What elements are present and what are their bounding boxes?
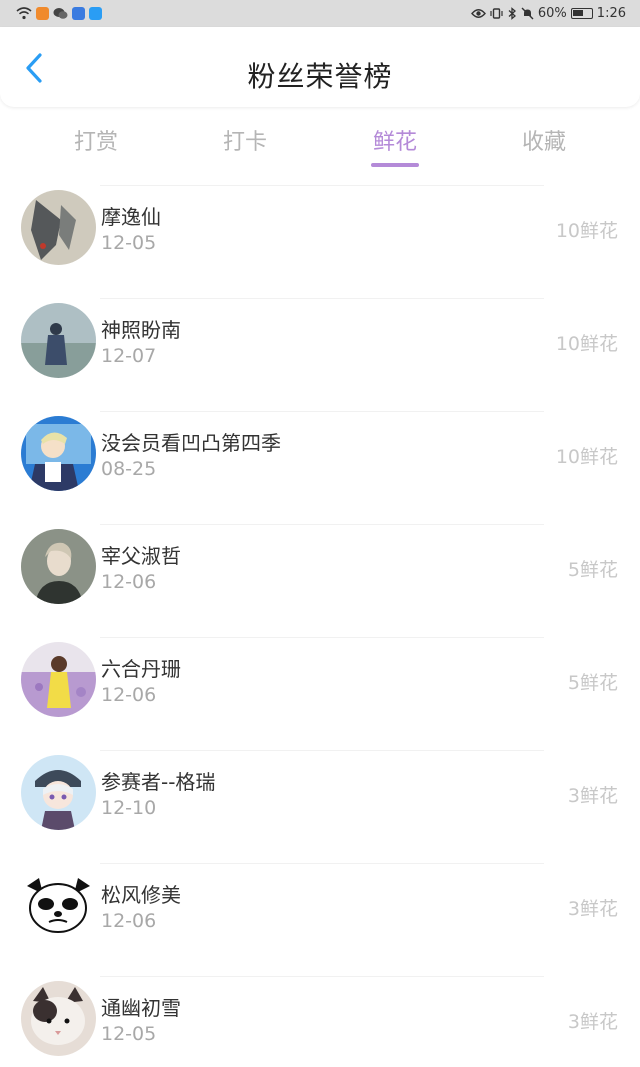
shield-app-icon — [72, 7, 85, 20]
fan-date: 08-25 — [101, 458, 157, 480]
avatar[interactable] — [21, 981, 96, 1056]
avatar[interactable] — [21, 755, 96, 830]
header: 粉丝荣誉榜 — [0, 27, 640, 107]
video-app-icon — [36, 7, 49, 20]
list-item[interactable]: 参赛者--格瑞 12-10 3鲜花 — [0, 750, 640, 863]
flower-count: 3鲜花 — [567, 898, 618, 920]
fan-date: 12-06 — [101, 684, 157, 706]
flower-count: 3鲜花 — [567, 785, 618, 807]
active-tab-indicator — [371, 163, 419, 167]
wifi-icon — [16, 7, 32, 20]
tab-favorites[interactable]: 收藏 — [494, 124, 594, 156]
tab-reward[interactable]: 打赏 — [46, 124, 146, 156]
avatar[interactable] — [21, 529, 96, 604]
fan-date: 12-10 — [101, 797, 157, 819]
list-item[interactable]: 松风修美 12-06 3鲜花 — [0, 863, 640, 976]
vibrate-icon — [490, 8, 503, 19]
fan-name: 松风修美 — [101, 883, 181, 907]
list-item[interactable]: 六合丹珊 12-06 5鲜花 — [0, 637, 640, 750]
status-bar-system: 60% 1:26 — [470, 6, 626, 21]
tab-bar: 打赏 打卡 鲜花 收藏 — [0, 107, 640, 169]
flower-count: 3鲜花 — [567, 1011, 618, 1033]
mute-bell-icon — [521, 7, 534, 20]
tab-flowers[interactable]: 鲜花 — [345, 124, 445, 156]
battery-percent: 60% — [537, 6, 567, 21]
status-bar-notifications — [16, 7, 102, 20]
list-item[interactable]: 宰父淑哲 12-06 5鲜花 — [0, 524, 640, 637]
avatar[interactable] — [21, 868, 96, 943]
fan-date: 12-06 — [101, 910, 157, 932]
search-app-icon — [89, 7, 102, 20]
flower-count: 10鲜花 — [555, 446, 618, 468]
fan-name: 参赛者--格瑞 — [101, 770, 216, 794]
fan-date: 12-05 — [101, 232, 157, 254]
fan-name: 六合丹珊 — [101, 657, 181, 681]
list-item[interactable]: 摩逸仙 12-05 10鲜花 — [0, 185, 640, 298]
list-item[interactable]: 通幽初雪 12-05 3鲜花 — [0, 976, 640, 1067]
avatar[interactable] — [21, 190, 96, 265]
page-title: 粉丝荣誉榜 — [247, 60, 393, 93]
clock: 1:26 — [596, 6, 626, 21]
fan-name: 通幽初雪 — [101, 996, 181, 1020]
fan-list: 摩逸仙 12-05 10鲜花 神照盼南 12-07 10鲜花 没会员看凹凸第四季… — [0, 185, 640, 1067]
fan-date: 12-07 — [101, 345, 157, 367]
fan-date: 12-05 — [101, 1023, 157, 1045]
flower-count: 10鲜花 — [555, 220, 618, 242]
flower-count: 10鲜花 — [555, 333, 618, 355]
fan-date: 12-06 — [101, 571, 157, 593]
fan-name: 摩逸仙 — [101, 205, 161, 229]
list-item[interactable]: 没会员看凹凸第四季 08-25 10鲜花 — [0, 411, 640, 524]
chat-app-icon — [53, 8, 68, 19]
flower-count: 5鲜花 — [567, 672, 618, 694]
avatar[interactable] — [21, 303, 96, 378]
status-bar: 60% 1:26 — [0, 0, 640, 27]
fan-name: 神照盼南 — [101, 318, 181, 342]
fan-name: 宰父淑哲 — [101, 544, 181, 568]
avatar[interactable] — [21, 416, 96, 491]
fan-name: 没会员看凹凸第四季 — [101, 431, 281, 455]
bluetooth-icon — [508, 7, 516, 20]
list-item[interactable]: 神照盼南 12-07 10鲜花 — [0, 298, 640, 411]
avatar[interactable] — [21, 642, 96, 717]
eye-icon — [470, 9, 486, 18]
flower-count: 5鲜花 — [567, 559, 618, 581]
tab-checkin[interactable]: 打卡 — [195, 124, 295, 156]
battery-icon — [570, 8, 593, 19]
